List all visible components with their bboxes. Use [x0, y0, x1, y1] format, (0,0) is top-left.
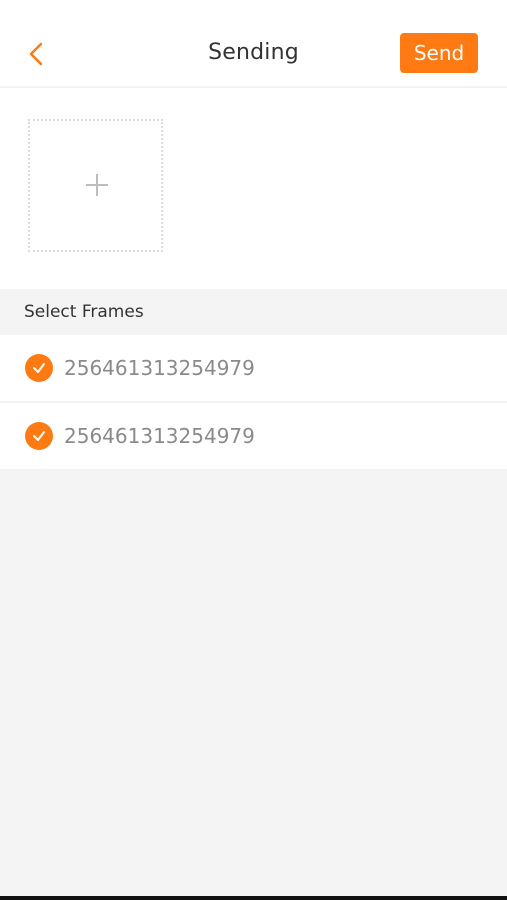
section-header: Select Frames: [0, 289, 507, 335]
send-button[interactable]: Send: [400, 33, 478, 73]
frame-label: 256461313254979: [64, 424, 255, 448]
frame-label: 256461313254979: [64, 356, 255, 380]
frame-list-item[interactable]: 256461313254979: [0, 335, 507, 401]
section-title: Select Frames: [24, 302, 144, 322]
plus-icon: [86, 174, 108, 196]
checkmark-icon[interactable]: [25, 422, 53, 450]
upload-section: [0, 88, 507, 289]
frame-list-item[interactable]: 256461313254979: [0, 401, 507, 469]
checkmark-icon[interactable]: [25, 354, 53, 382]
navigation-bar: Sending Send: [0, 0, 507, 88]
bottom-edge: [0, 896, 507, 900]
sending-screen: Sending Send Select Frames 2564613132549…: [0, 0, 507, 900]
frame-list: 256461313254979 256461313254979: [0, 335, 507, 469]
add-attachment-button[interactable]: [28, 119, 163, 252]
